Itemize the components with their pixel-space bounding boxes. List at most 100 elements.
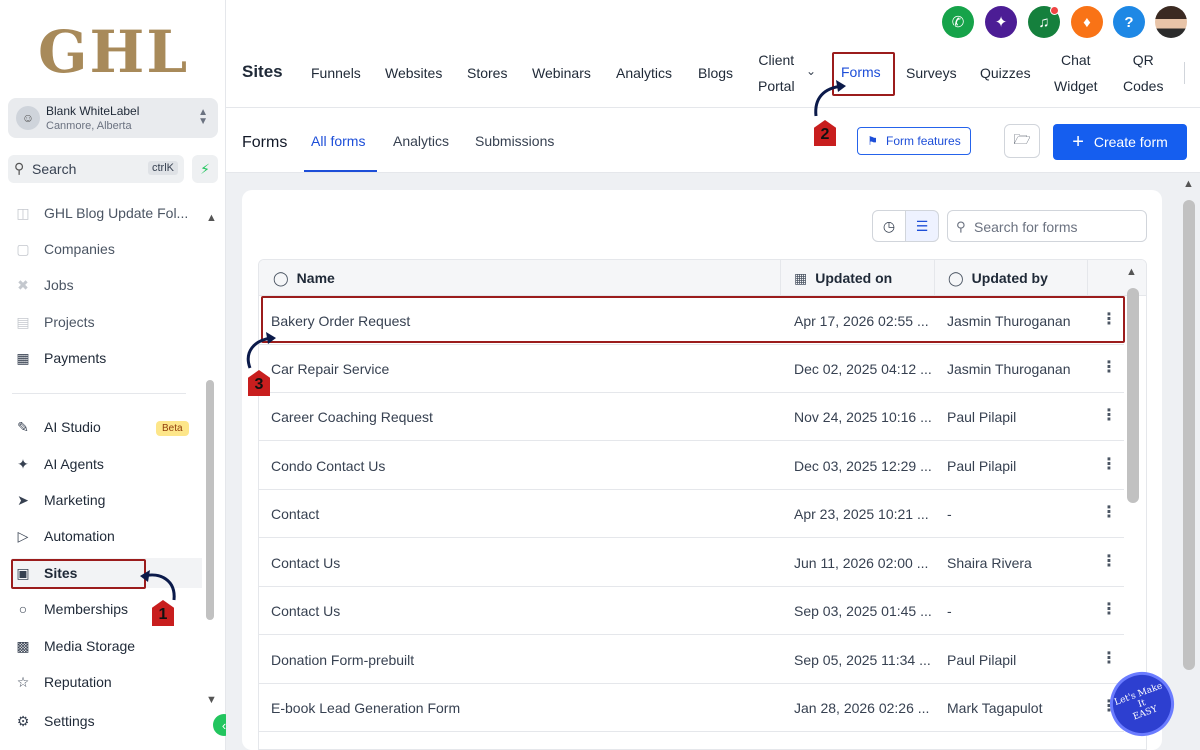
header-updated-by[interactable]: ◯ Updated by <box>948 270 1048 287</box>
help-icon[interactable]: ? <box>1113 6 1145 38</box>
add-folder-button[interactable]: 🗁 <box>1004 124 1040 158</box>
form-updated-on: Sep 05, 2025 11:34 ... <box>794 652 931 668</box>
form-updated-on: Apr 23, 2025 10:21 ... <box>794 506 929 522</box>
form-name[interactable]: E-book Lead Generation Form <box>271 700 460 716</box>
tab-chat-widget[interactable]: Chat Widget <box>1054 47 1098 99</box>
table-row[interactable]: Contact Us Jun 11, 2026 02:00 ... Shaira… <box>259 539 1124 587</box>
sidebar-item-marketing[interactable]: ➤ Marketing <box>12 485 202 515</box>
tab-funnels[interactable]: Funnels <box>311 65 361 81</box>
table-row[interactable]: E-book Lead Generation Form Jan 28, 2026… <box>259 684 1124 732</box>
more-options-icon[interactable]: ⋮ <box>1101 551 1117 571</box>
tab-all-forms[interactable]: All forms <box>311 133 365 149</box>
tab-surveys[interactable]: Surveys <box>906 65 957 81</box>
tab-submissions[interactable]: Submissions <box>475 133 554 149</box>
table-scrollbar[interactable] <box>1127 288 1139 503</box>
sidebar-item-projects[interactable]: ▤ Projects <box>12 307 202 337</box>
sidebar-scroll-up[interactable]: ▲ <box>206 212 217 224</box>
header-name-label: Name <box>296 270 335 286</box>
sidebar-item-ghl-blog-folder[interactable]: ◫ GHL Blog Update Fol... <box>12 198 202 228</box>
ghl-logo[interactable]: GHL <box>38 18 189 86</box>
form-name[interactable]: Career Coaching Request <box>271 409 433 425</box>
ai-sparkle-icon[interactable]: ✦ <box>985 6 1017 38</box>
table-row[interactable]: Condo Contact Us Dec 03, 2025 12:29 ... … <box>259 442 1124 490</box>
bell-icon[interactable]: ♦ <box>1071 6 1103 38</box>
more-options-icon[interactable]: ⋮ <box>1101 502 1117 522</box>
tab-analytics[interactable]: Analytics <box>616 65 672 81</box>
sidebar-item-label: GHL Blog Update Fol... <box>44 205 189 221</box>
quick-actions-bolt-icon[interactable]: ⚡ <box>192 155 218 183</box>
more-options-icon[interactable]: ⋮ <box>1101 405 1117 425</box>
tab-forms-analytics[interactable]: Analytics <box>393 133 449 149</box>
tab-client-portal[interactable]: Client Portal <box>758 47 795 99</box>
sidebar-scroll-down[interactable]: ▼ <box>206 694 217 706</box>
sidebar-item-label: Projects <box>44 314 95 330</box>
tab-stores[interactable]: Stores <box>467 65 507 81</box>
forms-search[interactable]: ⚲ <box>947 210 1147 242</box>
more-options-icon[interactable]: ⋮ <box>1101 648 1117 668</box>
form-name[interactable]: Car Repair Service <box>271 361 389 377</box>
page-scroll-up[interactable]: ▲ <box>1183 178 1194 190</box>
form-updated-by: - <box>947 506 952 522</box>
sidebar-item-companies[interactable]: ▢ Companies <box>12 234 202 264</box>
user-avatar[interactable] <box>1155 6 1187 38</box>
tab-quizzes[interactable]: Quizzes <box>980 65 1031 81</box>
account-switcher[interactable]: ☺ Blank WhiteLabel Canmore, Alberta ▲ ▼ <box>8 98 218 138</box>
sidebar-scrollbar[interactable] <box>206 380 214 620</box>
tab-webinars[interactable]: Webinars <box>532 65 591 81</box>
arrow-step1-icon <box>140 570 176 601</box>
tab-qr-codes[interactable]: QR Codes <box>1123 47 1163 99</box>
sidebar-search[interactable]: ⚲ Search ctrlK <box>8 155 184 183</box>
sidebar-item-reputation[interactable]: ☆ Reputation <box>12 667 202 697</box>
more-options-icon[interactable]: ⋮ <box>1101 454 1117 474</box>
form-name[interactable]: Donation Form-prebuilt <box>271 652 414 668</box>
form-features-button[interactable]: ⚑ Form features <box>857 127 971 155</box>
sidebar-item-label: Reputation <box>44 674 112 690</box>
tab-websites[interactable]: Websites <box>385 65 442 81</box>
more-options-icon[interactable]: ⋮ <box>1101 599 1117 619</box>
form-name[interactable]: Condo Contact Us <box>271 458 385 474</box>
tab-blogs[interactable]: Blogs <box>698 65 733 81</box>
form-updated-on: Nov 24, 2025 10:16 ... <box>794 409 932 425</box>
table-row[interactable]: Donation Form-prebuilt Sep 05, 2025 11:3… <box>259 636 1124 684</box>
active-tab-underline <box>304 170 377 172</box>
phone-icon[interactable]: ✆ <box>942 6 974 38</box>
forms-title: Forms <box>242 134 288 151</box>
list-view-toggle[interactable]: ☰ <box>905 210 939 242</box>
page-scrollbar[interactable] <box>1183 200 1195 670</box>
table-scroll-up[interactable]: ▲ <box>1126 266 1137 278</box>
ai-studio-icon: ✎ <box>17 418 29 435</box>
sidebar-item-media-storage[interactable]: ▩ Media Storage <box>12 631 202 661</box>
more-options-icon[interactable]: ⋮ <box>1101 357 1117 377</box>
sidebar-item-ai-agents[interactable]: ✦ AI Agents <box>12 449 202 479</box>
sidebar-item-label: Payments <box>44 350 107 366</box>
sidebar-item-payments[interactable]: ▦ Payments <box>12 343 202 373</box>
sidebar-item-automation[interactable]: ▷ Automation <box>12 521 202 551</box>
header-updated-on-label: Updated on <box>815 270 893 286</box>
column-separator[interactable] <box>934 260 935 296</box>
table-row[interactable]: Contact Us Sep 03, 2025 01:45 ... - ⋮ <box>259 587 1124 635</box>
table-row[interactable]: Contact Apr 23, 2025 10:21 ... - ⋮ <box>259 490 1124 538</box>
search-icon: ⚲ <box>956 219 966 234</box>
chevron-down-icon[interactable]: ⌄ <box>806 64 816 78</box>
table-row[interactable]: Car Repair Service Dec 02, 2025 04:12 ..… <box>259 345 1124 393</box>
sidebar-item-label: Settings <box>44 713 95 729</box>
forms-subnav: Forms All forms Analytics Submissions ⚑ … <box>226 109 1200 173</box>
recent-view-toggle[interactable]: ◷ <box>872 210 906 242</box>
form-name[interactable]: Contact <box>271 506 319 522</box>
sidebar-item-jobs[interactable]: ✖ Jobs <box>12 270 202 300</box>
header-name[interactable]: ◯ Name <box>273 270 335 287</box>
form-name[interactable]: Contact Us <box>271 603 340 619</box>
create-form-button[interactable]: + Create form <box>1053 124 1187 160</box>
sidebar-item-settings[interactable]: ⚙ Settings <box>12 706 202 736</box>
arrow-step2-icon <box>814 80 846 117</box>
forms-search-input[interactable] <box>974 217 1139 237</box>
qr-codes-line1: QR <box>1132 52 1154 68</box>
sparkle-icon: ✦ <box>17 455 29 472</box>
column-separator[interactable] <box>780 260 781 296</box>
column-separator[interactable] <box>1087 260 1088 296</box>
table-row[interactable]: Career Coaching Request Nov 24, 2025 10:… <box>259 393 1124 441</box>
header-updated-on[interactable]: ▦ Updated on <box>794 270 892 287</box>
send-icon: ➤ <box>17 491 29 508</box>
form-name[interactable]: Contact Us <box>271 555 340 571</box>
sidebar-item-label: Jobs <box>44 277 74 293</box>
